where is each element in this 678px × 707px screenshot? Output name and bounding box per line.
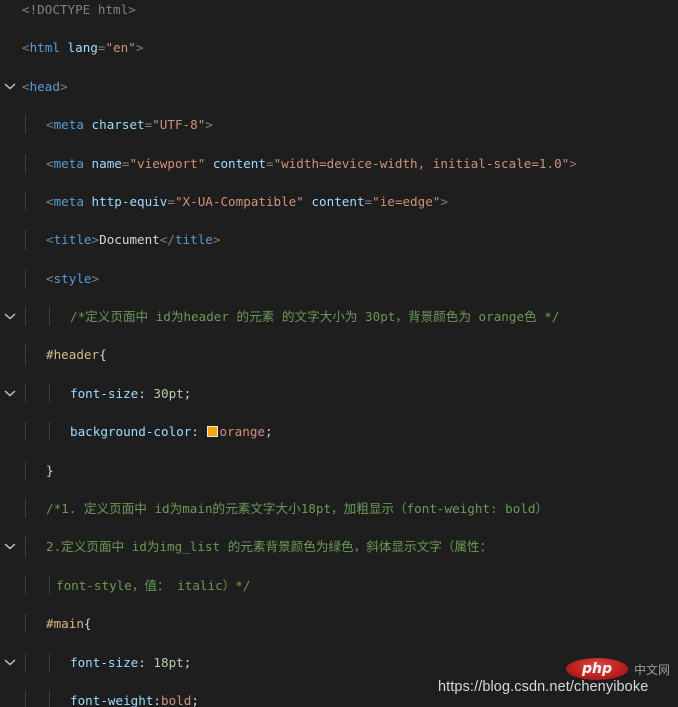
code-line: <meta charset="UTF-8"> bbox=[0, 115, 678, 135]
attr-lang-value: "en" bbox=[105, 40, 136, 56]
code-line: <meta http-equiv="X-UA-Compatible" conte… bbox=[0, 191, 678, 212]
attr-content-value: "ie=edge" bbox=[372, 193, 441, 209]
css-value-orange: orange bbox=[219, 424, 266, 440]
code-line: 2.定义页面中 id为img_list 的元素背景颜色为绿色，斜体显示文字（属性… bbox=[0, 537, 678, 557]
code-line: font-style，值： italic）*/ bbox=[0, 575, 678, 595]
fold-chevron-icon[interactable] bbox=[4, 499, 20, 550]
tag-meta: meta bbox=[53, 117, 84, 133]
tag-title: title bbox=[174, 232, 213, 248]
css-prop-font-size: font-size bbox=[70, 654, 139, 670]
code-surface[interactable]: <!DOCTYPE html> <html lang="en"> <head> … bbox=[0, 0, 678, 707]
attr-name: name bbox=[91, 155, 122, 171]
css-selector-main: #main bbox=[46, 616, 84, 632]
doctype-token: <!DOCTYPE html> bbox=[22, 2, 136, 17]
tag-meta: meta bbox=[53, 155, 84, 171]
code-editor[interactable]: <!DOCTYPE html> <html lang="en"> <head> … bbox=[0, 0, 678, 707]
attr-content: content bbox=[311, 193, 365, 209]
code-line: <style> bbox=[0, 268, 678, 320]
css-selector-header: #header bbox=[46, 347, 100, 363]
fold-chevron-icon[interactable] bbox=[4, 345, 20, 397]
attr-http-equiv: http-equiv bbox=[91, 193, 168, 209]
code-line: background-color: orange; bbox=[0, 422, 678, 442]
css-prop-font-size: font-size bbox=[70, 385, 139, 401]
css-comment-2-line2: 2.定义页面中 id为img_list 的元素背景颜色为绿色，斜体显示文字（属性… bbox=[46, 539, 493, 555]
css-prop-background-color: background-color bbox=[70, 424, 192, 440]
code-line: font-size: 30pt; bbox=[0, 383, 678, 404]
css-comment-2-line3: font-style，值： italic）*/ bbox=[56, 577, 251, 593]
title-text: Document bbox=[99, 232, 160, 248]
fold-chevron-icon[interactable] bbox=[4, 614, 20, 666]
attr-http-equiv-value: "X-UA-Compatible" bbox=[174, 193, 304, 209]
php-logo: php 中文网 bbox=[566, 658, 678, 680]
code-line: /*1. 定义页面中 id为main的元素文字大小18pt，加粗显示（font-… bbox=[0, 499, 678, 550]
php-logo-suffix: 中文网 bbox=[634, 663, 671, 677]
code-line: /*定义页面中 id为header 的元素 的文字大小为 30pt，背景颜色为 … bbox=[0, 307, 678, 327]
code-line: <head> bbox=[22, 78, 68, 94]
php-logo-text: php bbox=[581, 661, 612, 677]
attr-content: content bbox=[212, 155, 266, 171]
css-comment-2-line1: /*1. 定义页面中 id为main的元素文字大小18pt，加粗显示（font-… bbox=[46, 501, 549, 517]
css-value-30pt: 30pt bbox=[153, 385, 184, 401]
fold-chevron-icon[interactable] bbox=[4, 38, 20, 90]
tag-title: title bbox=[53, 232, 92, 248]
attr-charset: charset bbox=[91, 117, 145, 133]
fold-chevron-icon[interactable] bbox=[4, 269, 20, 320]
code-line: <html lang="en"> bbox=[0, 38, 678, 90]
attr-name-value: "viewport" bbox=[129, 155, 206, 171]
code-line: <title>Document</title> bbox=[0, 230, 678, 250]
tag-style: style bbox=[53, 270, 92, 286]
php-badge: php bbox=[566, 658, 628, 680]
attr-content-value: "width=device-width, initial-scale=1.0" bbox=[273, 155, 570, 171]
code-line: } bbox=[0, 460, 678, 480]
tag-html: html bbox=[29, 40, 60, 56]
color-swatch-orange[interactable] bbox=[206, 426, 218, 438]
tag-meta: meta bbox=[53, 193, 84, 209]
code-line: #header{ bbox=[0, 345, 678, 397]
css-value-18pt: 18pt bbox=[153, 654, 184, 670]
attr-charset-value: "UTF-8" bbox=[152, 117, 206, 133]
code-line: <meta name="viewport" content="width=dev… bbox=[0, 153, 678, 173]
tag-head-open: head bbox=[29, 78, 60, 94]
code-line: #main{ bbox=[0, 614, 678, 666]
css-value-bold: bold bbox=[161, 692, 192, 707]
attr-lang: lang bbox=[67, 40, 98, 56]
css-comment-1: /*定义页面中 id为header 的元素 的文字大小为 30pt，背景颜色为 … bbox=[70, 309, 560, 325]
watermark-url: https://blog.csdn.net/chenyiboke bbox=[438, 679, 649, 695]
css-prop-font-weight: font-weight bbox=[70, 692, 154, 707]
code-line: <!DOCTYPE html> bbox=[0, 0, 678, 19]
